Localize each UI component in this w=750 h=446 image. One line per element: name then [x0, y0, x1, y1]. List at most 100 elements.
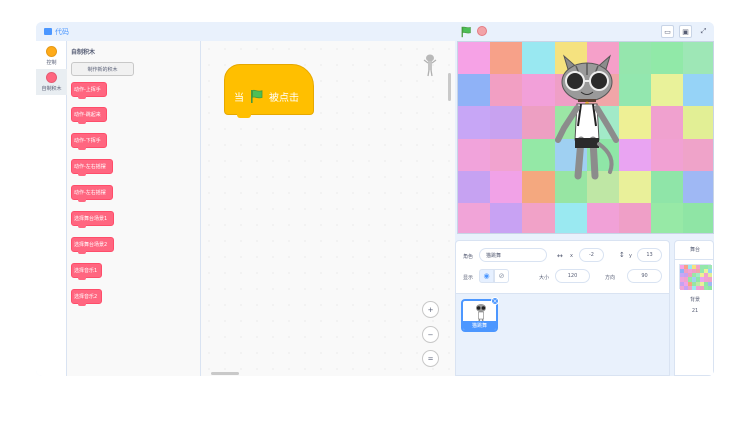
stage-header: ▭ ▣ ⤢: [455, 22, 714, 41]
sprite-list: 猫跳舞 ×: [455, 294, 670, 376]
category-label: 自制积木: [41, 86, 62, 92]
cat-sprite[interactable]: [550, 48, 624, 198]
backdrop-tile: [458, 42, 491, 75]
stage-selector[interactable]: 舞台 背景 21: [674, 240, 714, 376]
backdrop-tile: [522, 202, 555, 233]
workspace-horizontal-scrollbar[interactable]: [211, 372, 239, 375]
palette-block[interactable]: 动作-左右摇摆: [71, 185, 113, 202]
sprite-name-label: 角色: [463, 254, 474, 260]
my-blocks-category-dot: [46, 72, 57, 83]
backdrop-tile: [458, 170, 491, 203]
backdrop-tile: [618, 202, 652, 233]
x-input[interactable]: -2: [579, 248, 604, 262]
when-flag-clicked-block[interactable]: 当 被点击: [224, 64, 314, 118]
backdrop-tile: [458, 106, 491, 139]
zoom-out-button[interactable]: −: [422, 326, 439, 343]
backdrops-label: 背景: [689, 297, 700, 303]
green-flag-button[interactable]: [460, 26, 472, 38]
zoom-reset-icon: =: [427, 354, 434, 363]
fullscreen-icon: ⤢: [700, 27, 707, 35]
zoom-out-icon: −: [427, 330, 434, 339]
tab-strip: 代码: [36, 22, 455, 41]
backdrop-tile: [651, 202, 684, 233]
y-input[interactable]: 13: [637, 248, 662, 262]
backdrop-thumbnail: [679, 264, 712, 290]
hat-block-notch: [237, 114, 251, 118]
backdrop-tile: [683, 202, 713, 233]
delete-sprite-button[interactable]: ×: [491, 297, 499, 305]
palette-block[interactable]: 动作-上挥手: [71, 82, 107, 99]
backdrop-tile: [490, 170, 523, 203]
backdrop-tile: [683, 170, 713, 203]
backdrop-tile: [651, 42, 684, 75]
scripts-workspace[interactable]: 当 被点击 + − =: [201, 41, 455, 376]
palette-block[interactable]: 动作-跳起来: [71, 107, 107, 124]
category-label: 控制: [46, 60, 57, 66]
eye-off-icon: ⊘: [498, 272, 505, 280]
code-tab-icon: [44, 28, 52, 35]
zoom-in-button[interactable]: +: [422, 301, 439, 318]
sprite-name-input[interactable]: 猫跳舞: [479, 248, 547, 262]
backdrop-tile: [651, 74, 684, 107]
backdrop-tile: [651, 138, 684, 171]
tab-code[interactable]: 代码: [36, 22, 78, 41]
palette-block[interactable]: 选择音乐2: [71, 289, 102, 306]
eye-icon: ◉: [483, 272, 490, 280]
backdrop-tile: [683, 138, 713, 171]
category-my-blocks[interactable]: 自制积木: [36, 69, 67, 95]
stage-selector-divider: [675, 259, 714, 260]
hide-sprite-button[interactable]: ⊘: [494, 269, 509, 283]
stage-selector-title: 舞台: [689, 247, 700, 253]
hat-block-clicked: 被点击: [269, 93, 299, 104]
direction-input[interactable]: 90: [627, 269, 662, 283]
palette-block[interactable]: 选择音乐1: [71, 263, 102, 280]
palette-block[interactable]: 动作-下挥手: [71, 133, 107, 150]
control-category-dot: [46, 46, 57, 57]
backdrop-tile: [683, 74, 713, 107]
backdrop-tile: [554, 202, 587, 233]
backdrop-tile: [708, 285, 712, 290]
hat-block-when: 当: [234, 93, 244, 104]
backdrop-tile: [490, 138, 523, 171]
block-palette: 自制积木 制作新的积木 动作-上挥手 动作-跳起来 动作-下挥手 动作-左右摇摆…: [67, 41, 228, 376]
editor-window: 代码 控制 自制积木 自制积木 制作新的积木 动作-上挥手 动作-跳起来 动作-…: [36, 22, 714, 376]
backdrop-tile: [490, 202, 523, 233]
make-block-button[interactable]: 制作新的积木: [71, 62, 134, 76]
size-input[interactable]: 120: [555, 269, 590, 283]
y-arrows-icon: ↕: [619, 251, 625, 259]
category-control[interactable]: 控制: [36, 43, 67, 69]
stage-canvas[interactable]: [457, 41, 714, 234]
backdrop-tile: [458, 74, 491, 107]
small-stage-icon: ▭: [664, 27, 671, 36]
x-label: x: [570, 253, 573, 259]
backdrops-count: 21: [691, 308, 699, 314]
tab-code-label: 代码: [55, 27, 69, 36]
size-label: 大小: [539, 275, 550, 281]
large-stage-icon: ▣: [682, 27, 689, 36]
palette-block[interactable]: 动作-左右摇摆: [71, 159, 113, 176]
small-stage-button[interactable]: ▭: [661, 25, 674, 38]
sprite-ghost-icon: [423, 54, 437, 77]
green-flag-icon: [251, 89, 263, 103]
show-sprite-button[interactable]: ◉: [479, 269, 494, 283]
x-arrows-icon: ↔: [557, 252, 563, 260]
stop-button[interactable]: [477, 26, 487, 36]
backdrop-tile: [458, 202, 491, 233]
workspace-vertical-scrollbar[interactable]: [448, 73, 451, 101]
backdrop-tile: [651, 106, 684, 139]
fullscreen-button[interactable]: ⤢: [697, 25, 710, 38]
palette-block[interactable]: 选择舞台场景1: [71, 211, 114, 228]
large-stage-button[interactable]: ▣: [679, 25, 692, 38]
palette-block[interactable]: 选择舞台场景2: [71, 237, 114, 254]
backdrop-tile: [683, 42, 713, 75]
direction-label: 方向: [605, 275, 616, 281]
backdrop-tile: [586, 202, 619, 233]
backdrop-tile: [458, 138, 491, 171]
backdrop-tile: [683, 106, 713, 139]
sprite-tile-name: 猫跳舞: [463, 321, 496, 330]
palette-title: 自制积木: [71, 49, 96, 56]
zoom-reset-button[interactable]: =: [422, 350, 439, 367]
backdrop-tile: [490, 42, 523, 75]
zoom-in-icon: +: [427, 305, 434, 314]
backdrop-tile: [651, 170, 684, 203]
